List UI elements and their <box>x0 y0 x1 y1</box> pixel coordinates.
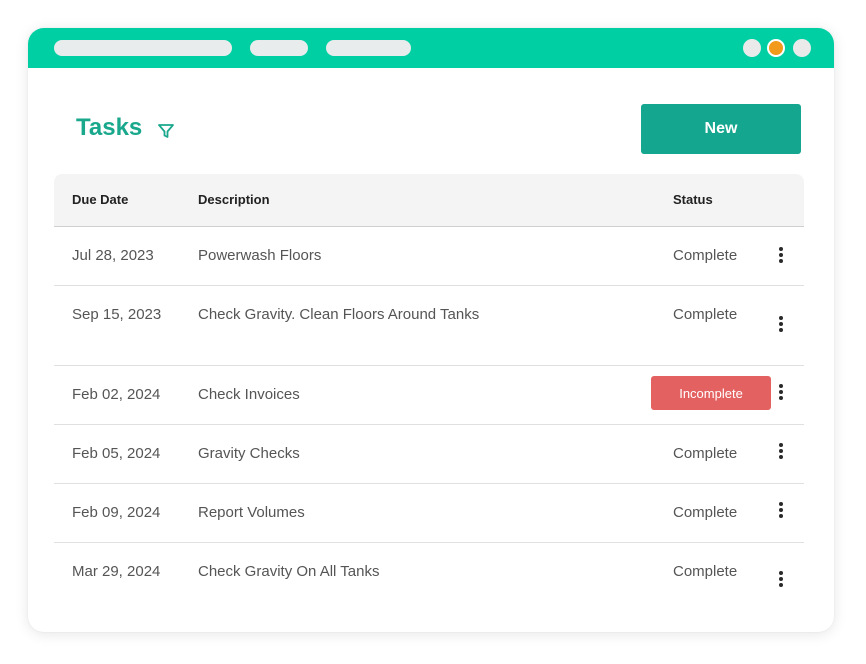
due-date-cell: Mar 29, 2024 <box>72 563 161 580</box>
column-header-status[interactable]: Status <box>673 192 713 207</box>
column-header-due-date[interactable]: Due Date <box>72 192 128 207</box>
status-cell: Complete <box>673 563 738 580</box>
tasks-table: Due Date Description Status Jul 28, 2023… <box>54 174 804 601</box>
description-cell: Check Gravity On All Tanks <box>198 563 380 580</box>
new-task-button[interactable]: New <box>641 104 801 154</box>
table-row[interactable]: Mar 29, 2024 Check Gravity On All Tanks … <box>54 543 804 601</box>
due-date-cell: Feb 02, 2024 <box>72 386 161 403</box>
description-cell: Report Volumes <box>198 504 305 521</box>
status-cell: Complete <box>673 306 738 323</box>
more-vertical-icon[interactable] <box>772 500 790 522</box>
title-bar-placeholder <box>250 40 308 56</box>
app-window: Tasks New Due Date Description Status Ju… <box>28 28 834 632</box>
column-header-description[interactable]: Description <box>198 192 270 207</box>
description-cell: Check Gravity. Clean Floors Around Tanks <box>198 306 480 323</box>
more-vertical-icon[interactable] <box>772 569 790 591</box>
title-bar-placeholder <box>54 40 232 56</box>
page-title: Tasks <box>76 114 143 141</box>
due-date-cell: Sep 15, 2023 <box>72 306 162 323</box>
window-dot-active <box>767 39 785 57</box>
more-vertical-icon[interactable] <box>772 441 790 463</box>
status-cell: Complete <box>673 247 738 264</box>
status-cell: Complete <box>673 445 738 462</box>
due-date-cell: Feb 09, 2024 <box>72 504 161 521</box>
title-bar <box>28 28 834 68</box>
table-row[interactable]: Sep 15, 2023 Check Gravity. Clean Floors… <box>54 286 804 366</box>
table-row[interactable]: Feb 05, 2024 Gravity Checks Complete <box>54 425 804 484</box>
table-header: Due Date Description Status <box>54 174 804 227</box>
status-cell: Complete <box>673 504 738 521</box>
table-row[interactable]: Jul 28, 2023 Powerwash Floors Complete <box>54 227 804 286</box>
due-date-cell: Jul 28, 2023 <box>72 247 154 264</box>
status-badge: Incomplete <box>651 376 771 410</box>
description-cell: Gravity Checks <box>198 445 300 462</box>
due-date-cell: Feb 05, 2024 <box>72 445 161 462</box>
title-bar-placeholder <box>326 40 411 56</box>
table-row[interactable]: Feb 09, 2024 Report Volumes Complete <box>54 484 804 543</box>
description-cell: Powerwash Floors <box>198 247 322 264</box>
more-vertical-icon[interactable] <box>772 382 790 404</box>
description-cell: Check Invoices <box>198 386 300 403</box>
window-dot <box>743 39 761 57</box>
table-row[interactable]: Feb 02, 2024 Check Invoices Incomplete <box>54 366 804 425</box>
window-dot <box>793 39 811 57</box>
more-vertical-icon[interactable] <box>772 245 790 267</box>
filter-icon[interactable] <box>157 122 175 140</box>
more-vertical-icon[interactable] <box>772 314 790 336</box>
